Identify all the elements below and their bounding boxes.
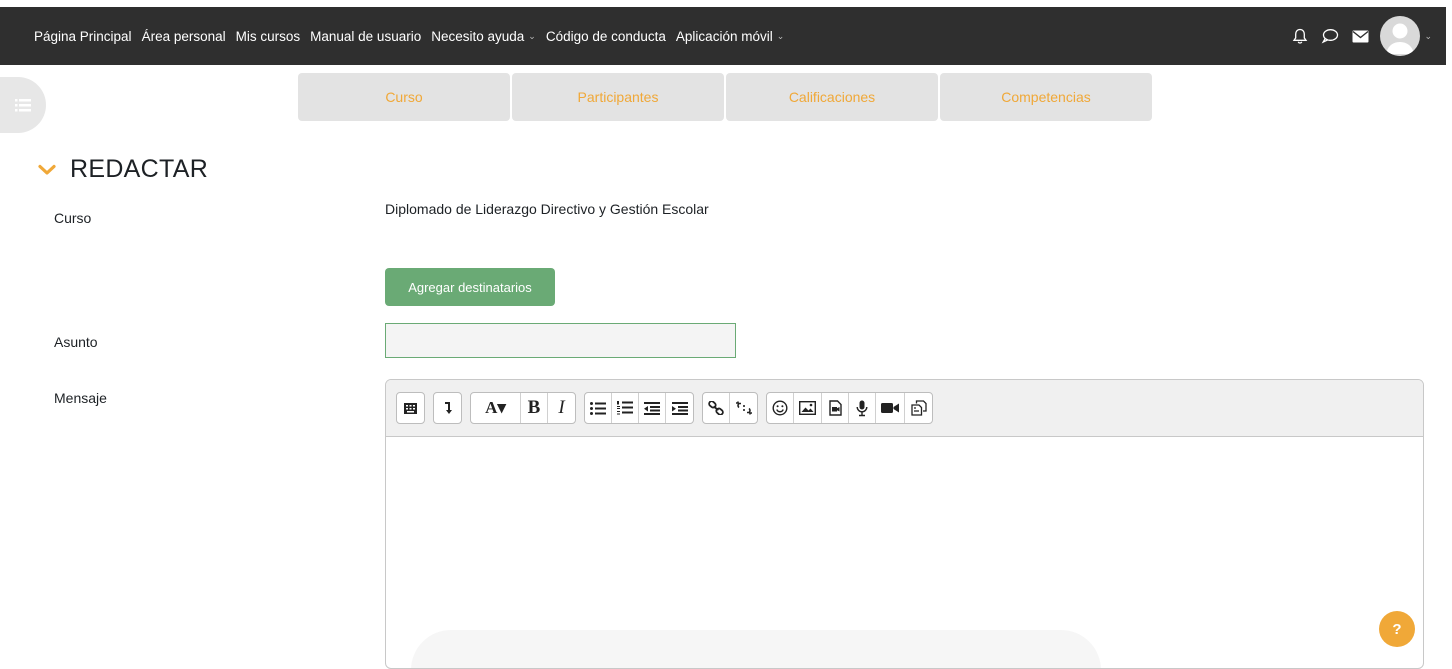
redo-arrow-icon[interactable] [434,393,461,423]
chevron-down-icon: ⌄ [528,30,536,41]
course-label: Curso [54,210,92,226]
nav-dashboard[interactable]: Área personal [142,29,226,44]
message-label: Mensaje [54,390,107,406]
drawer-toggle-button[interactable] [0,77,46,133]
list-icon [15,98,31,111]
toolbar-group-toggle [396,392,425,424]
editor-overlay-shape [411,630,1101,668]
course-tabs: Curso Participantes Calificaciones Compe… [298,73,1152,121]
chevron-down-icon[interactable]: ⌄ [1424,31,1432,42]
toolbar-group-lists [584,392,694,424]
numbered-list-icon[interactable] [612,393,639,423]
user-avatar[interactable] [1380,16,1421,56]
navbar-user-area: ⌄ [1290,7,1432,65]
nav-my-courses[interactable]: Mis cursos [236,29,301,44]
tab-calificaciones[interactable]: Calificaciones [726,73,938,121]
bell-icon[interactable] [1290,26,1310,46]
nav-code-of-conduct[interactable]: Código de conducta [546,29,666,44]
unlink-icon[interactable] [730,393,757,423]
italic-icon[interactable]: I [548,393,575,423]
nav-home-label: Página Principal [34,28,132,44]
emoji-icon[interactable] [767,393,794,423]
copy-icon[interactable] [905,393,932,423]
font-style-icon[interactable]: A▾ [471,393,521,423]
subject-input[interactable] [385,323,736,358]
tab-curso[interactable]: Curso [298,73,510,121]
tab-participantes[interactable]: Participantes [512,73,724,121]
top-navbar: Página Principal Área personal Mis curso… [0,7,1446,65]
nav-need-help[interactable]: Necesito ayuda ⌄ [431,29,536,44]
nav-home[interactable]: Página Principal [34,29,132,44]
video-icon[interactable] [876,393,905,423]
nav-dashboard-label: Área personal [141,28,226,44]
bold-icon[interactable]: B [521,393,548,423]
envelope-icon[interactable] [1350,26,1370,46]
toolbar-group-media [766,392,933,424]
toolbar-group-redo [433,392,462,424]
microphone-icon[interactable] [849,393,876,423]
link-icon[interactable] [703,393,730,423]
indent-icon[interactable] [666,393,693,423]
add-recipients-button[interactable]: Agregar destinatarios [385,268,555,306]
help-button[interactable]: ? [1379,611,1415,647]
chat-icon[interactable] [1320,26,1340,46]
user-silhouette-icon [1386,23,1415,54]
nav-my-courses-label: Mis cursos [235,28,301,44]
toolbar-toggle-icon[interactable] [397,393,424,423]
media-icon[interactable] [822,393,849,423]
nav-code-of-conduct-label: Código de conducta [545,28,666,44]
chevron-down-icon: ⌄ [776,30,785,41]
nav-mobile-app[interactable]: Aplicación móvil ⌄ [676,29,784,44]
toolbar-group-format: A▾ B I [470,392,576,424]
tab-competencias[interactable]: Competencias [940,73,1152,121]
nav-mobile-app-label: Aplicación móvil [675,28,773,44]
section-header[interactable]: REDACTAR [38,155,208,184]
nav-need-help-label: Necesito ayuda [431,28,525,44]
toolbar-group-links [702,392,758,424]
subject-label: Asunto [54,334,98,350]
message-editor: A▾ B I [385,379,1424,669]
outdent-icon[interactable] [639,393,666,423]
nav-user-manual-label: Manual de usuario [310,28,422,44]
course-name: Diplomado de Liderazgo Directivo y Gesti… [385,201,709,217]
image-icon[interactable] [794,393,822,423]
page-title: REDACTAR [70,155,209,183]
editor-toolbar: A▾ B I [386,380,1423,437]
nav-user-manual[interactable]: Manual de usuario [310,29,421,44]
bullet-list-icon[interactable] [585,393,612,423]
chevron-down-icon [38,164,56,175]
